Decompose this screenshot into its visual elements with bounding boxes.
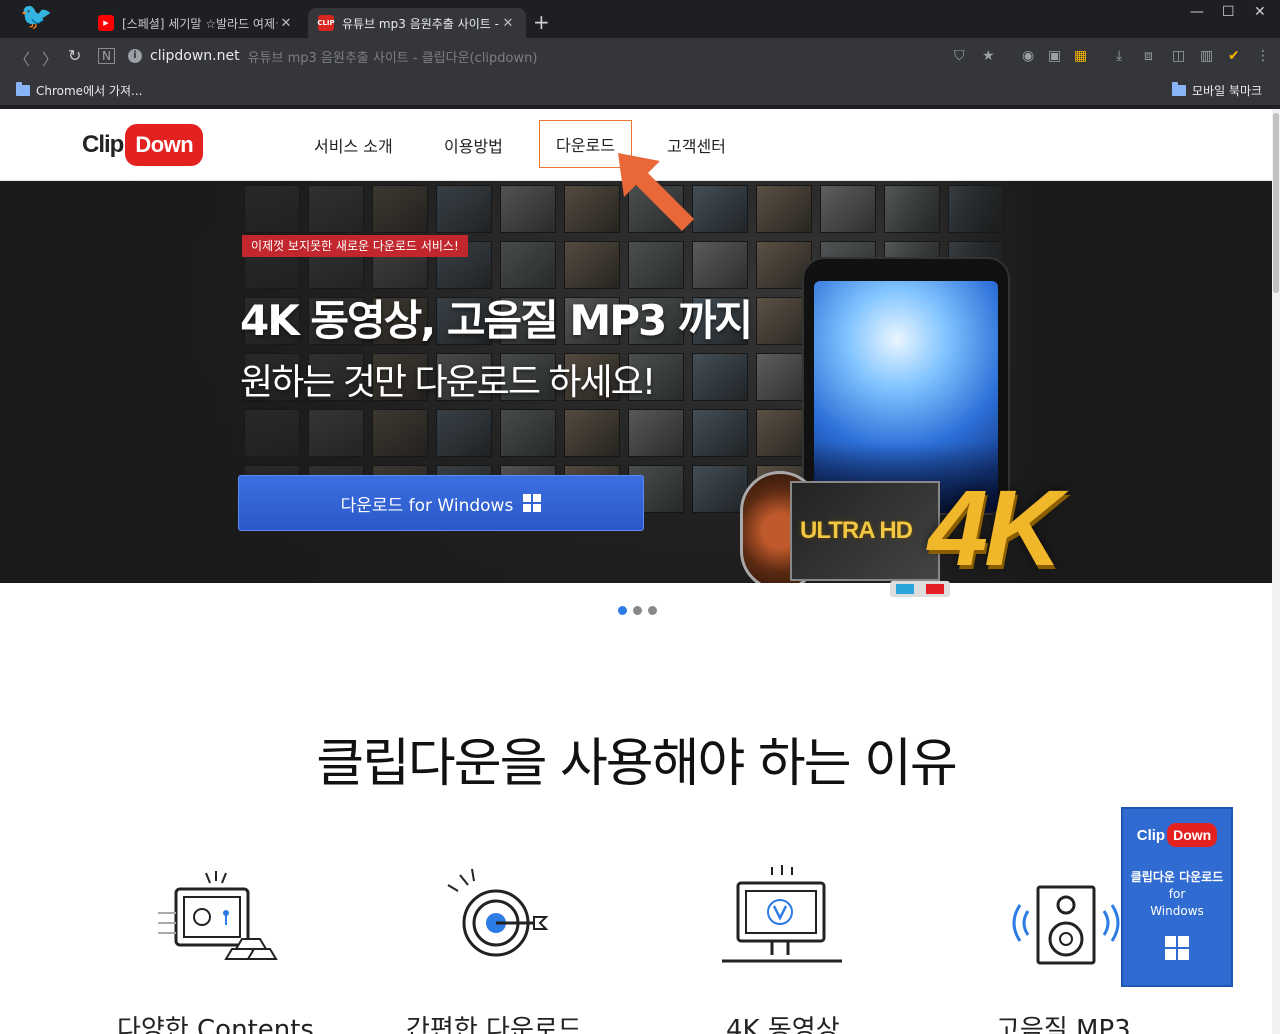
ultra-hd-text: ULTRA HD — [800, 517, 913, 544]
reload-icon[interactable]: ↻ — [68, 46, 81, 65]
logo-text-down: Down — [125, 124, 204, 166]
tab-title: [스페셜] 세기말 ☆발라드 여제☆ — [122, 16, 278, 31]
side-banner-line1: 클립다운 다운로드 — [1130, 870, 1224, 884]
speaker-icon — [1012, 885, 1120, 965]
check-icon[interactable]: ✔ — [1228, 48, 1240, 64]
feature-label-contents: 다양한 Contents — [117, 1015, 314, 1034]
folder-icon — [1172, 82, 1186, 96]
side-banner-line3: Windows — [1150, 904, 1204, 918]
section-title: 클립다운을 사용해야 하는 이유 — [316, 734, 958, 794]
slider-dot-3[interactable] — [648, 606, 657, 615]
tab-youtube[interactable]: ▶ [스페셜] 세기말 ☆발라드 여제☆ ✕ — [88, 8, 304, 38]
bookmark-folder-imported[interactable]: Chrome에서 가져... — [16, 82, 143, 99]
download-button-label: 다운로드 for Windows — [340, 495, 514, 516]
close-icon[interactable]: ✕ — [500, 16, 516, 31]
bookmarks-bar: Chrome에서 가져... 모바일 북마크 — [0, 74, 1280, 106]
3d-glasses-icon — [890, 581, 950, 597]
feature-label-mp3: 고음질 MP3 — [996, 1015, 1131, 1034]
target-icon — [447, 868, 549, 957]
youtube-icon: ▶ — [98, 15, 114, 31]
clipdown-icon: CLIP — [317, 15, 335, 31]
tab-title: 유튜브 mp3 음원추출 사이트 - — [342, 16, 499, 31]
feature-label-easy-download: 간편한 다운로드 — [406, 1015, 582, 1034]
hero-subtitle: 원하는 것만 다운로드 하세요! — [240, 362, 656, 403]
side-banner-logo: Clip Down — [1123, 823, 1231, 847]
bird-icon: 🐦 — [20, 2, 53, 32]
slider-pagination — [618, 606, 657, 615]
bookmark-label: 모바일 북마크 — [1192, 84, 1263, 98]
side-banner-text: 클립다운 다운로드 for Windows — [1123, 869, 1231, 920]
hero-title: 4K 동영상, 고음질 MP3 까지 — [240, 296, 753, 345]
four-k-text: 4K — [928, 467, 1062, 583]
minimize-button[interactable]: — — [1190, 4, 1204, 20]
side-logo-clip: Clip — [1136, 826, 1166, 844]
side-logo-down: Down — [1167, 823, 1218, 847]
windows-icon — [523, 494, 542, 512]
arrow-annotation-icon — [618, 153, 694, 231]
menu-item-usage[interactable]: 이용방법 — [444, 133, 503, 157]
color-picker-icon[interactable]: ▦ — [1074, 48, 1087, 64]
address-bar[interactable]: i clipdown.net 유튜브 mp3 음원추출 사이트 - 클립다운(c… — [128, 43, 1008, 69]
side-banner-line2: for — [1168, 887, 1186, 901]
page-viewport: Clip Down 서비스 소개 이용방법 다운로드 고객센터 이제껏 보지못한… — [0, 109, 1272, 1034]
hero-badge: 이제껏 보지못한 새로운 다운로드 서비스! — [242, 235, 468, 257]
maximize-button[interactable]: ☐ — [1222, 4, 1235, 20]
download-windows-button[interactable]: 다운로드 for Windows — [238, 475, 644, 531]
bookmark-label: Chrome에서 가져... — [36, 84, 143, 98]
url-domain: clipdown.net — [150, 48, 240, 64]
feature-label-4k: 4K 동영상 — [726, 1015, 840, 1034]
notion-icon[interactable]: N — [98, 48, 115, 64]
menu-item-service[interactable]: 서비스 소개 — [314, 133, 393, 157]
close-icon[interactable]: ✕ — [278, 16, 294, 31]
slider-dot-1[interactable] — [618, 606, 627, 615]
reader-icon[interactable]: ◫ — [1172, 48, 1185, 64]
bookmark-folder-mobile[interactable]: 모바일 북마크 — [1172, 82, 1262, 99]
tab-clipdown[interactable]: CLIP 유튜브 mp3 음원추출 사이트 - ✕ — [308, 8, 526, 38]
shield-icon[interactable]: ⛉ — [954, 48, 965, 64]
slider-dot-2[interactable] — [633, 606, 642, 615]
browser-toolbar: 〈 〉 ↻ N i clipdown.net 유튜브 mp3 음원추출 사이트 … — [0, 38, 1280, 74]
close-window-button[interactable]: ✕ — [1254, 4, 1266, 20]
monitor-icon — [722, 865, 842, 963]
hero-banner: 이제껏 보지못한 새로운 다운로드 서비스! 4K 동영상, 고음질 MP3 까… — [0, 181, 1272, 583]
screenshot-icon[interactable]: ⧈ — [1144, 48, 1153, 64]
info-icon[interactable]: i — [128, 49, 142, 63]
url-page-title: 유튜브 mp3 음원추출 사이트 - 클립다운(clipdown) — [247, 50, 538, 66]
extension-icon[interactable]: ▣ — [1048, 48, 1061, 64]
star-icon[interactable]: ★ — [982, 48, 995, 64]
sidepanel-icon[interactable]: ▥ — [1200, 48, 1213, 64]
download-icon[interactable]: ⤓ — [1116, 48, 1122, 64]
windows-icon — [1165, 936, 1189, 960]
safe-box-icon — [158, 871, 278, 960]
side-download-banner[interactable]: Clip Down 클립다운 다운로드 for Windows — [1121, 807, 1233, 987]
browser-title-bar: 🐦 ▶ [스페셜] 세기말 ☆발라드 여제☆ ✕ CLIP 유튜브 mp3 음원… — [0, 0, 1280, 38]
scrollbar-thumb[interactable] — [1273, 113, 1279, 293]
menu-icon[interactable]: ⋮ — [1256, 48, 1270, 64]
back-icon[interactable]: 〈 — [14, 46, 30, 70]
new-tab-button[interactable]: + — [533, 10, 550, 34]
page-scrollbar[interactable] — [1272, 109, 1280, 1034]
extension-icon[interactable]: ◉ — [1022, 48, 1034, 64]
forward-icon[interactable]: 〉 — [42, 46, 58, 70]
folder-icon — [16, 82, 30, 96]
site-logo[interactable]: Clip Down — [82, 121, 204, 169]
logo-text-clip: Clip — [82, 131, 124, 158]
